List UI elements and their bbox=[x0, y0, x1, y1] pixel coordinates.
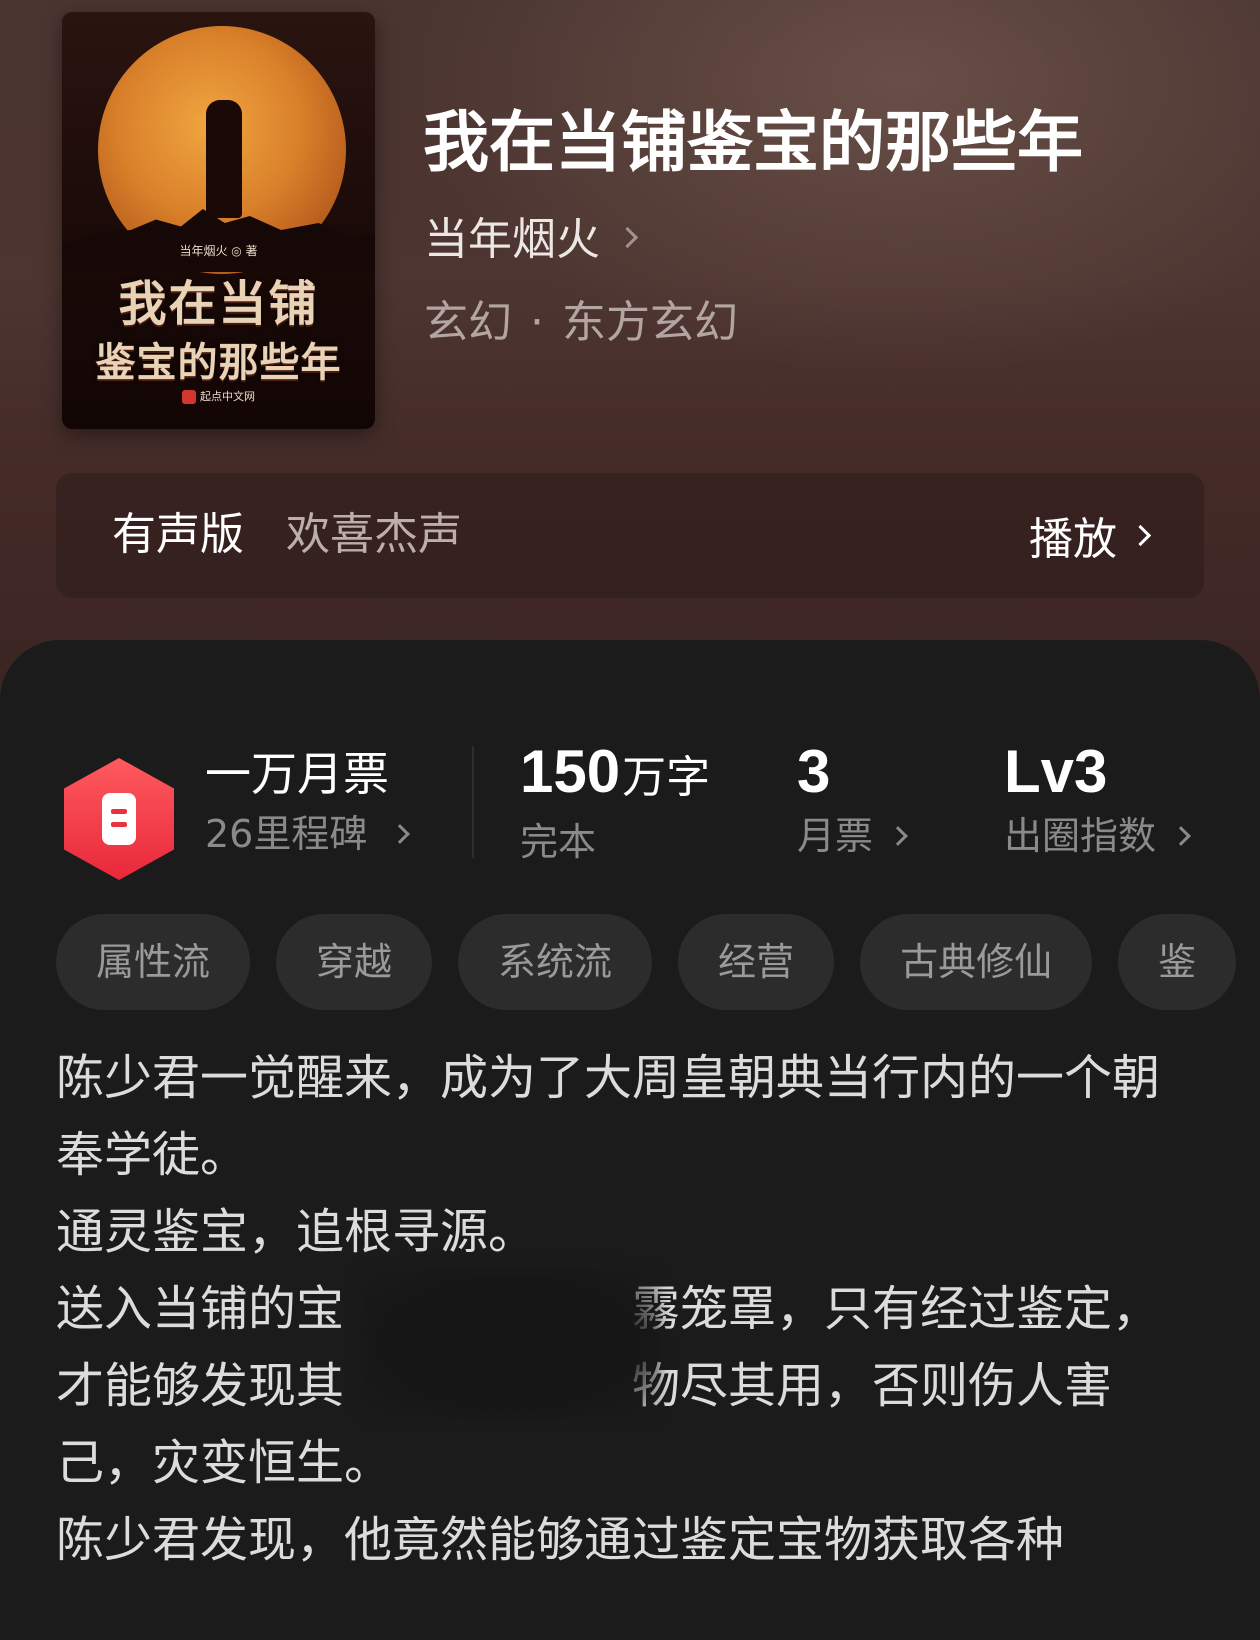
tag-list: 属性流 穿越 系统流 经营 古典修仙鉴 bbox=[56, 914, 1260, 1010]
monthly-tickets-label: 月票 bbox=[797, 808, 908, 864]
play-label: 播放 bbox=[1029, 514, 1117, 565]
tag-chip[interactable]: 古典修仙 bbox=[860, 914, 1093, 1010]
play-button[interactable]: 播放 bbox=[1029, 505, 1152, 565]
monthly-tickets-label-text: 月票 bbox=[797, 814, 874, 858]
tag-chip[interactable]: 穿越 bbox=[276, 914, 433, 1010]
word-count-unit: 万字 bbox=[622, 752, 711, 803]
monthly-tickets-value: 3 bbox=[797, 738, 831, 805]
book-title: 我在当铺鉴宝的那些年 bbox=[423, 103, 1083, 181]
description-paragraph: 陈少君发现，他竟然能够通过鉴定宝物获取各种 bbox=[56, 1512, 1065, 1568]
chevron-right-icon bbox=[888, 826, 908, 846]
word-count-number: 150 bbox=[520, 738, 621, 805]
description-paragraph: 陈少君一觉醒来，成为了大周皇朝典当行内的一个朝奉学徒。 bbox=[56, 1050, 1161, 1183]
book-detail-panel: 一万月票 26里程碑 150万字 完本 3 月票 Lv3 出圈指数 属性流 穿越… bbox=[0, 640, 1260, 1640]
milestone-title: 一万月票 bbox=[205, 747, 389, 801]
book-header: 当年烟火 ◎ 著 我在当铺 鉴宝的那些年 起点中文网 我在当铺鉴宝的那些年 当年… bbox=[0, 0, 1260, 700]
stats-divider bbox=[472, 746, 474, 858]
stats-row: 一万月票 26里程碑 150万字 完本 3 月票 Lv3 出圈指数 bbox=[0, 680, 1260, 880]
subgenre: 东方玄幻 bbox=[562, 297, 738, 348]
popularity-index-label: 出圈指数 bbox=[1004, 808, 1191, 864]
milestone-link[interactable]: 一万月票 26里程碑 bbox=[205, 742, 411, 862]
cover-publisher: 起点中文网 bbox=[62, 388, 375, 404]
chevron-right-icon bbox=[390, 824, 411, 844]
audiobook-bar[interactable]: 有声版 欢喜杰声 播放 bbox=[56, 473, 1204, 598]
chevron-right-icon bbox=[1171, 826, 1191, 846]
chevron-right-icon bbox=[616, 226, 639, 248]
description-paragraph: 通灵鉴宝，追根寻源。 bbox=[56, 1204, 537, 1260]
author-name: 当年烟火 bbox=[424, 214, 600, 265]
cover-publisher-name: 起点中文网 bbox=[200, 390, 255, 403]
chevron-right-icon bbox=[1129, 524, 1152, 546]
ticket-icon bbox=[102, 793, 136, 845]
tag-chip[interactable]: 经营 bbox=[678, 914, 835, 1010]
popularity-index-stat[interactable]: Lv3 出圈指数 bbox=[1004, 736, 1191, 864]
book-cover[interactable]: 当年烟火 ◎ 著 我在当铺 鉴宝的那些年 起点中文网 bbox=[62, 12, 375, 429]
completion-status: 完本 bbox=[520, 814, 710, 870]
cover-author-credit: 当年烟火 ◎ 著 bbox=[179, 244, 258, 258]
genre-separator: · bbox=[530, 297, 544, 348]
tag-chip[interactable]: 属性流 bbox=[56, 914, 251, 1010]
cover-title-line1: 我在当铺 bbox=[118, 276, 319, 332]
milestone-count: 26里程碑 bbox=[205, 812, 368, 856]
monthly-ticket-badge-icon[interactable] bbox=[64, 758, 174, 880]
genre: 玄幻 bbox=[424, 297, 512, 348]
audiobook-narrator: 欢喜杰声 bbox=[286, 509, 462, 560]
popularity-level-value: Lv3 bbox=[1004, 738, 1108, 805]
publisher-logo-icon bbox=[182, 390, 196, 404]
milestone-sub: 26里程碑 bbox=[205, 806, 411, 862]
cover-figure bbox=[206, 100, 242, 218]
tag-chip[interactable]: 系统流 bbox=[458, 914, 653, 1010]
word-count-stat: 150万字 完本 bbox=[520, 736, 710, 870]
popularity-index-label-text: 出圈指数 bbox=[1004, 814, 1157, 858]
genre-line: 玄幻 · 东方玄幻 bbox=[424, 286, 738, 350]
completion-status-text: 完本 bbox=[520, 820, 597, 864]
tag-chip[interactable]: 鉴 bbox=[1118, 914, 1237, 1010]
audiobook-label: 有声版 bbox=[112, 509, 244, 560]
redaction-blur bbox=[360, 1268, 660, 1418]
monthly-tickets-stat[interactable]: 3 月票 bbox=[797, 736, 908, 864]
cover-title-line2: 鉴宝的那些年 bbox=[95, 339, 342, 386]
author-link[interactable]: 当年烟火 bbox=[424, 205, 639, 265]
word-count-value: 150万字 bbox=[520, 736, 710, 814]
